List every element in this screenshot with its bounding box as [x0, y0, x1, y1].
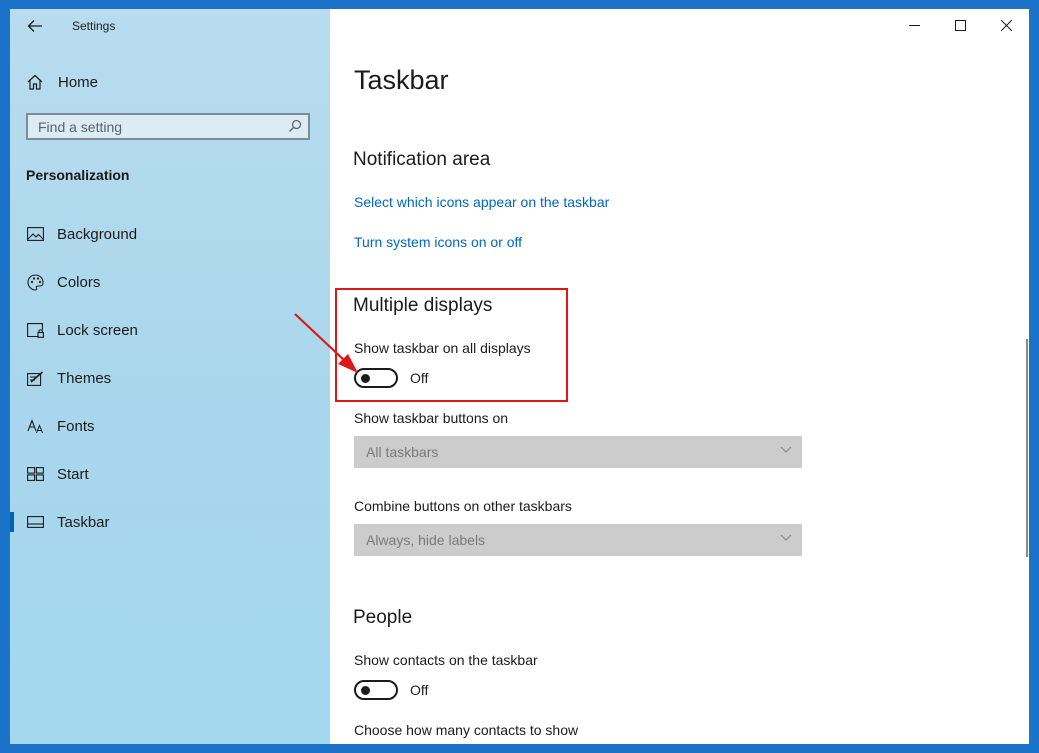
buttons-on-label: Show taskbar buttons on — [354, 410, 509, 426]
sidebar-item-start[interactable]: Start — [10, 454, 330, 494]
home-icon — [27, 74, 43, 90]
sidebar-item-label: Colors — [57, 273, 101, 291]
sidebar-item-themes[interactable]: Themes — [10, 358, 330, 398]
themes-icon — [26, 369, 44, 387]
select-icons-link[interactable]: Select which icons appear on the taskbar — [354, 194, 609, 210]
sidebar-item-label: Lock screen — [57, 321, 138, 339]
sidebar-item-label: Taskbar — [57, 513, 110, 531]
dropdown-value: All taskbars — [366, 444, 439, 460]
search-box[interactable] — [26, 113, 310, 140]
taskbar-icon — [26, 513, 44, 531]
buttons-on-dropdown[interactable]: All taskbars — [354, 436, 802, 468]
close-icon — [1000, 19, 1012, 31]
sidebar-item-fonts[interactable]: Fonts — [10, 406, 330, 446]
show-contacts-state: Off — [410, 682, 429, 698]
lock-screen-icon — [26, 321, 44, 339]
app-title: Settings — [72, 19, 116, 33]
picture-icon — [26, 225, 44, 243]
close-button[interactable] — [983, 9, 1029, 41]
palette-icon — [26, 273, 44, 291]
search-icon[interactable] — [288, 119, 302, 133]
people-heading: People — [353, 607, 413, 628]
notification-area-heading: Notification area — [353, 149, 491, 170]
fonts-icon — [26, 417, 44, 435]
content-pane: Taskbar Notification area Select which i… — [330, 9, 1029, 744]
minimize-button[interactable] — [891, 9, 937, 41]
sidebar-item-label: Themes — [57, 369, 112, 387]
sidebar-section-title: Personalization — [26, 167, 130, 183]
sidebar-item-lock-screen[interactable]: Lock screen — [10, 310, 330, 350]
chevron-down-icon — [780, 534, 792, 541]
combine-buttons-dropdown[interactable]: Always, hide labels — [354, 524, 802, 556]
show-contacts-toggle[interactable] — [354, 680, 398, 700]
settings-window: Settings Home Personalization Background — [10, 9, 1029, 744]
maximize-icon — [954, 19, 966, 31]
back-button[interactable] — [24, 15, 46, 37]
start-icon — [26, 465, 44, 483]
maximize-button[interactable] — [937, 9, 983, 41]
sidebar-item-label: Fonts — [57, 417, 95, 435]
toggle-knob — [361, 686, 370, 695]
back-arrow-icon — [27, 20, 42, 32]
how-many-contacts-label: Choose how many contacts to show — [354, 722, 579, 738]
dropdown-value: Always, hide labels — [366, 532, 486, 548]
system-icons-link[interactable]: Turn system icons on or off — [354, 234, 522, 250]
show-contacts-label: Show contacts on the taskbar — [354, 652, 538, 668]
sidebar-item-colors[interactable]: Colors — [10, 262, 330, 302]
minimize-icon — [908, 24, 920, 26]
sidebar-item-background[interactable]: Background — [10, 214, 330, 254]
search-input[interactable] — [28, 115, 288, 138]
page-title: Taskbar — [354, 65, 449, 95]
highlight-box — [335, 288, 568, 402]
sidebar-item-home[interactable]: Home — [26, 71, 98, 93]
sidebar: Settings Home Personalization Background — [10, 9, 330, 744]
sidebar-item-label: Start — [57, 465, 89, 483]
scrollbar-thumb[interactable] — [1026, 339, 1028, 557]
sidebar-item-taskbar[interactable]: Taskbar — [10, 502, 330, 542]
sidebar-item-label: Background — [57, 225, 138, 243]
sidebar-item-label: Home — [58, 73, 99, 91]
chevron-down-icon — [780, 446, 792, 453]
combine-buttons-label: Combine buttons on other taskbars — [354, 498, 572, 514]
